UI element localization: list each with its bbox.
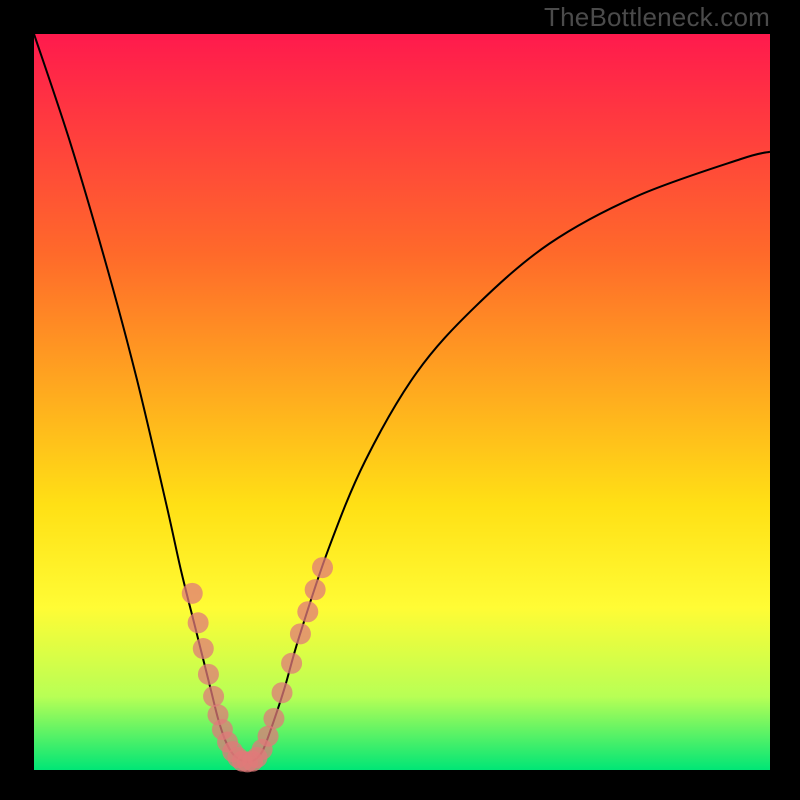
data-dot [305, 579, 326, 600]
data-dot [263, 708, 284, 729]
data-dot [198, 664, 219, 685]
chart-svg [34, 34, 770, 770]
outer-frame: TheBottleneck.com [0, 0, 800, 800]
data-dot [272, 682, 293, 703]
plot-area [34, 34, 770, 770]
data-dot [203, 686, 224, 707]
data-dot [297, 601, 318, 622]
watermark-text: TheBottleneck.com [544, 2, 770, 33]
data-dot [182, 583, 203, 604]
data-dot [281, 653, 302, 674]
bottleneck-curve [34, 34, 770, 762]
data-dot [312, 557, 333, 578]
data-dot [188, 612, 209, 633]
data-dot [193, 638, 214, 659]
data-dot [290, 623, 311, 644]
data-dots [182, 557, 333, 772]
